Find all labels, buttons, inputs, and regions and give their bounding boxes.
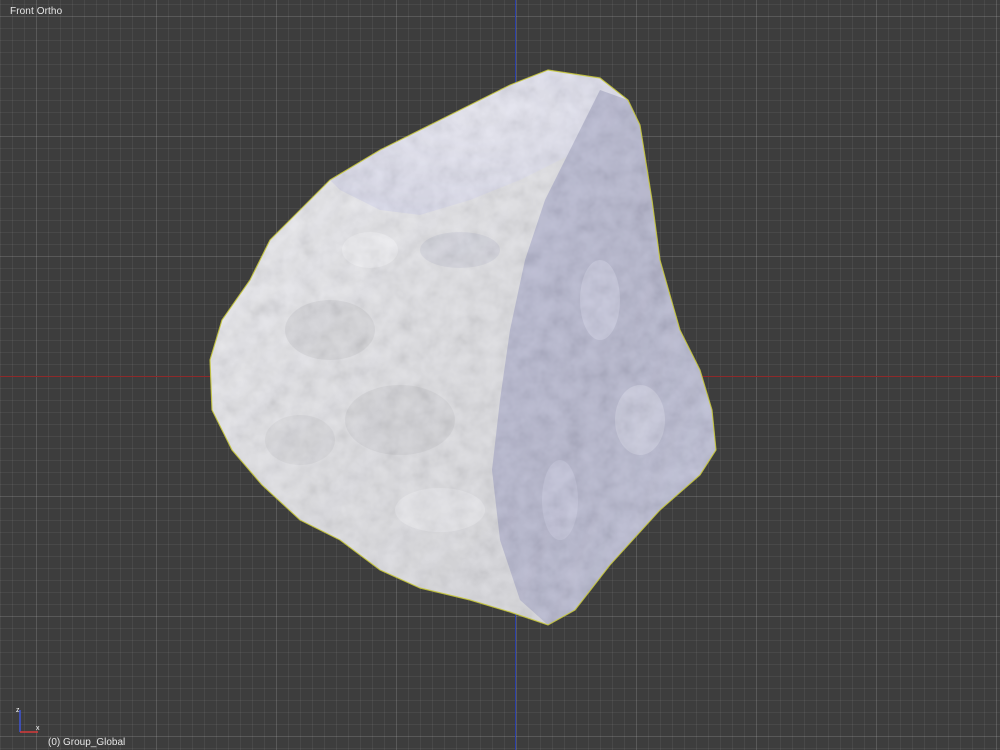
object-info-label: (0) Group_Global	[48, 737, 126, 748]
view-name-label: Front Ortho	[10, 6, 63, 17]
3d-viewport[interactable]: Front Ortho z x (0) Group_Global	[0, 0, 1000, 750]
rock-mesh[interactable]	[0, 0, 1000, 750]
axes-orientation-gizmo: z x	[16, 707, 40, 733]
z-axis-label: z	[16, 707, 20, 714]
x-axis-label: x	[36, 725, 40, 732]
